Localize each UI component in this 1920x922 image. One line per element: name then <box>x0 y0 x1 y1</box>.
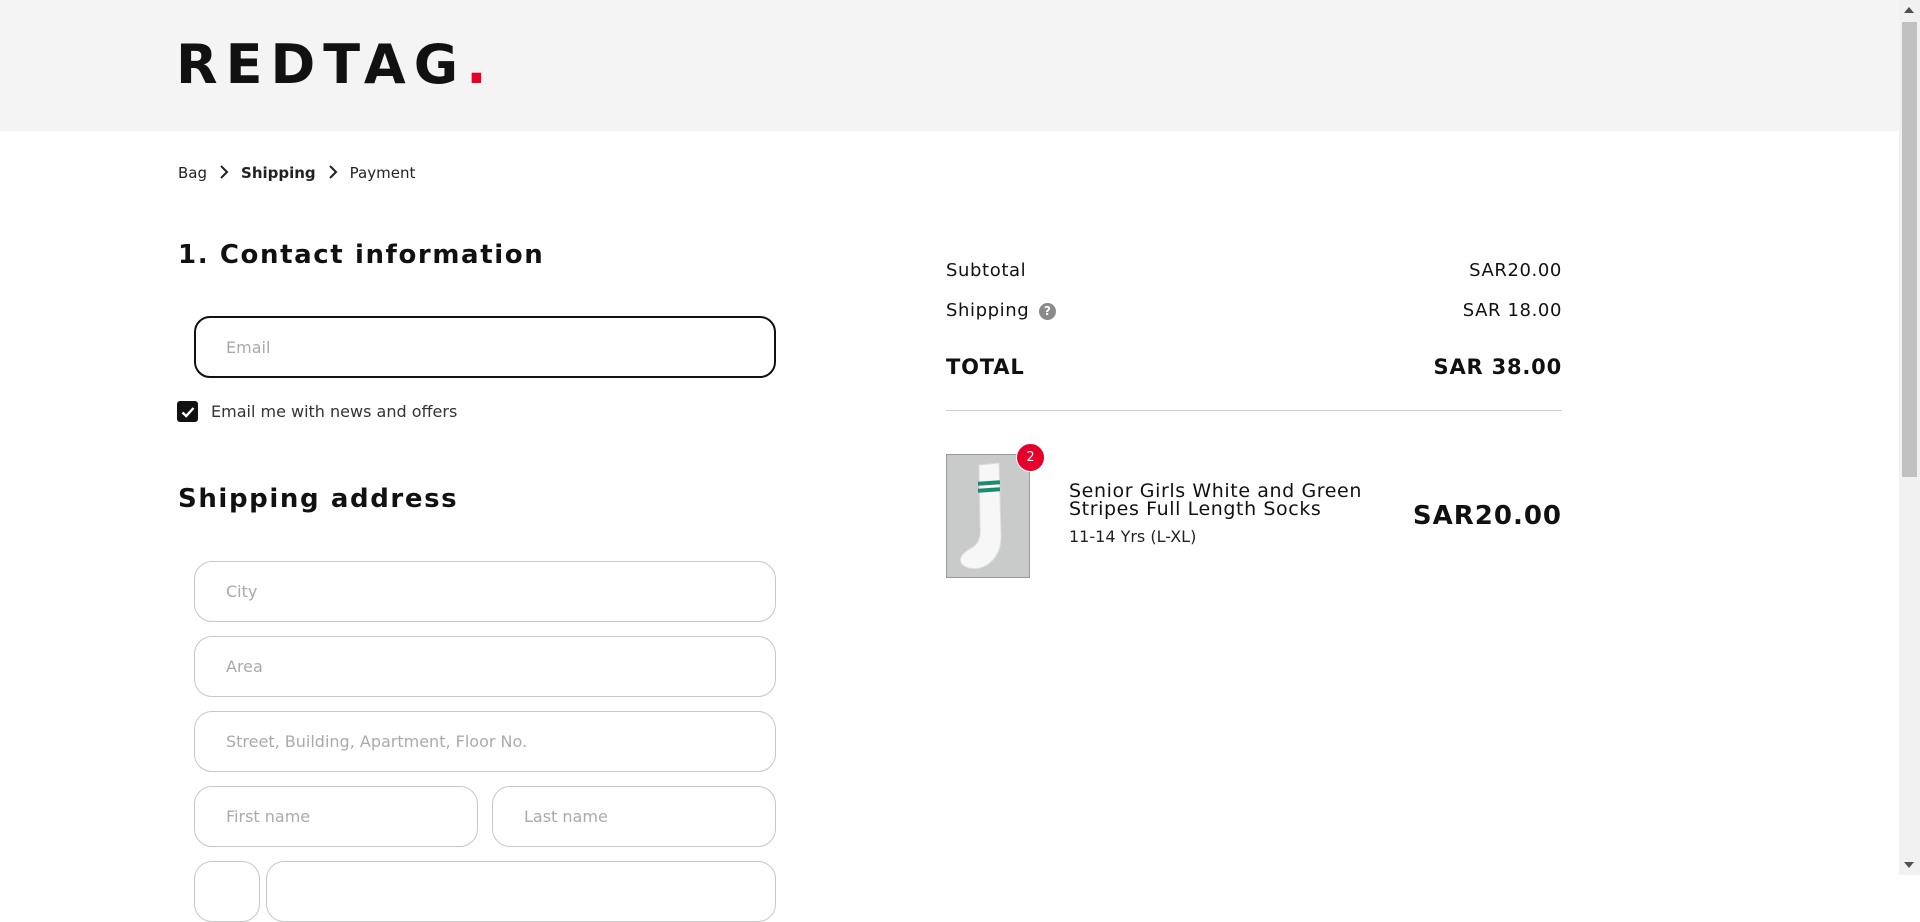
page-scrollbar[interactable] <box>1899 0 1920 875</box>
street-field[interactable] <box>194 711 776 772</box>
quantity-badge: 2 <box>1016 443 1045 472</box>
area-field[interactable] <box>194 636 776 697</box>
city-field[interactable] <box>194 561 776 622</box>
phone-field[interactable] <box>266 861 776 922</box>
last-name-field[interactable] <box>492 786 776 847</box>
scroll-down-arrow-icon[interactable] <box>1904 862 1914 868</box>
shipping-label: Shipping <box>946 300 1030 321</box>
newsletter-checkbox[interactable] <box>177 401 198 422</box>
country-code-select[interactable] <box>194 861 260 922</box>
shipping-row: Shipping? SAR 18.00 <box>946 300 1562 321</box>
product-thumbnail[interactable] <box>946 454 1030 578</box>
subtotal-value: SAR20.00 <box>1469 260 1562 281</box>
site-header: REDTAG. <box>0 0 1899 131</box>
product-name: Senior Girls White and Green Stripes Ful… <box>1069 480 1362 520</box>
chevron-right-icon <box>316 164 350 183</box>
newsletter-opt-in[interactable]: Email me with news and offers <box>177 401 457 422</box>
breadcrumb-shipping: Shipping <box>241 164 316 182</box>
chevron-right-icon <box>207 164 241 183</box>
summary-divider <box>946 410 1562 411</box>
total-row: TOTAL SAR 38.00 <box>946 355 1562 379</box>
subtotal-label: Subtotal <box>946 260 1027 281</box>
breadcrumb-bag[interactable]: Bag <box>178 163 207 183</box>
product-variant: 11-14 Yrs (L-XL) <box>1069 527 1197 546</box>
shipping-address-title: Shipping address <box>178 484 459 514</box>
scrollbar-thumb[interactable] <box>1902 22 1917 477</box>
total-value: SAR 38.00 <box>1433 355 1562 379</box>
scroll-up-arrow-icon[interactable] <box>1904 7 1914 13</box>
question-icon[interactable]: ? <box>1039 302 1057 320</box>
checkout-breadcrumb: Bag Shipping Payment <box>178 163 415 183</box>
shipping-value: SAR 18.00 <box>1462 300 1562 321</box>
newsletter-label: Email me with news and offers <box>211 402 458 421</box>
first-name-field[interactable] <box>194 786 478 847</box>
product-price: SAR20.00 <box>1412 501 1562 531</box>
contact-information-title: 1. Contact information <box>178 240 545 270</box>
breadcrumb-payment: Payment <box>349 164 416 182</box>
total-label: TOTAL <box>946 355 1025 379</box>
sock-image <box>959 462 1002 570</box>
email-field[interactable] <box>194 316 776 378</box>
redtag-logo[interactable]: REDTAG. <box>176 38 487 92</box>
subtotal-row: Subtotal SAR20.00 <box>946 260 1562 281</box>
logo-dot: . <box>466 33 487 96</box>
